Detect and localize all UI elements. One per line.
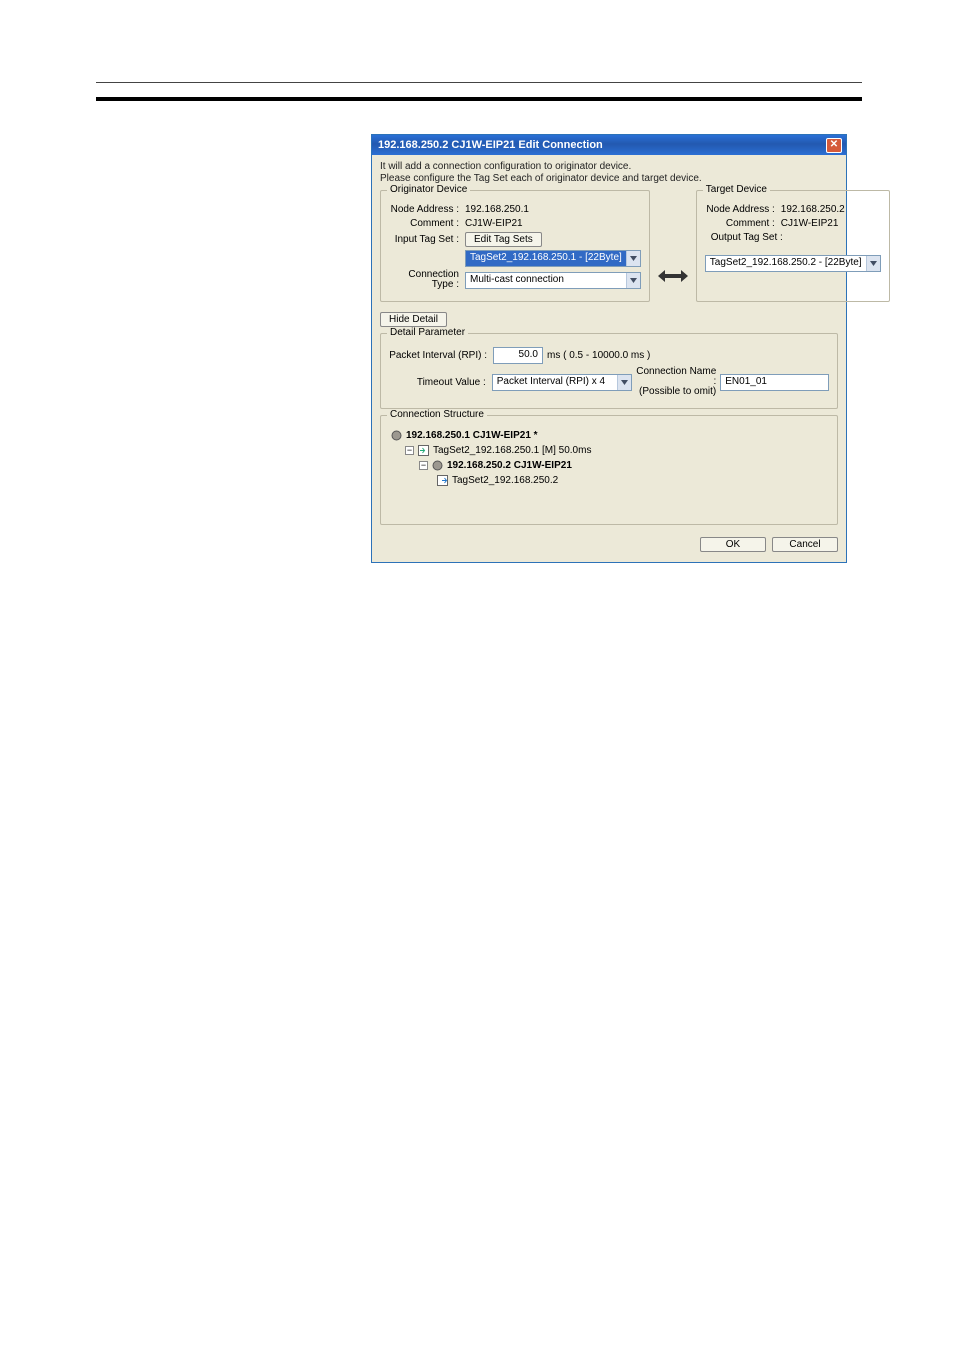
dialog-title: 192.168.250.2 CJ1W-EIP21 Edit Connection	[378, 139, 826, 151]
chevron-down-icon	[626, 251, 640, 266]
structure-legend: Connection Structure	[387, 409, 487, 420]
connection-tree[interactable]: 192.168.250.1 CJ1W-EIP21 * − TagSet2_192…	[389, 426, 829, 516]
tree-collapse-icon[interactable]: −	[419, 461, 428, 470]
close-icon[interactable]: ✕	[826, 138, 842, 153]
page-header-rules	[96, 82, 862, 101]
tree-collapse-icon[interactable]: −	[405, 446, 414, 455]
target-device-group: Target Device Node Address : 192.168.250…	[696, 190, 890, 302]
tree-node-root: 192.168.250.1 CJ1W-EIP21 *	[406, 428, 538, 443]
detail-parameter-group: Detail Parameter Packet Interval (RPI) :…	[380, 333, 838, 409]
tag-in-icon	[418, 445, 429, 456]
connection-type-label-2: Type :	[432, 279, 459, 290]
connection-type-select[interactable]: Multi-cast connection	[465, 272, 641, 289]
orig-input-tagset-label: Input Tag Set :	[389, 234, 465, 245]
target-output-tagset-label: Output Tag Set :	[705, 232, 789, 243]
rpi-hint: ms ( 0.5 - 10000.0 ms )	[543, 350, 650, 361]
detail-legend: Detail Parameter	[387, 327, 468, 338]
connection-name-input[interactable]: EN01_01	[720, 374, 829, 391]
intro-text-1: It will add a connection configuration t…	[380, 161, 838, 172]
intro-text-2: Please configure the Tag Set each of ori…	[380, 173, 838, 184]
connection-type-value: Multi-cast connection	[466, 273, 626, 288]
connection-structure-group: Connection Structure 192.168.250.1 CJ1W-…	[380, 415, 838, 525]
rpi-input[interactable]: 50.0	[493, 347, 543, 364]
device-icon	[391, 430, 402, 441]
edit-connection-dialog: 192.168.250.2 CJ1W-EIP21 Edit Connection…	[371, 134, 847, 563]
orig-comment-value: CJ1W-EIP21	[465, 218, 641, 229]
target-legend: Target Device	[703, 184, 770, 195]
tree-node-tagset2: TagSet2_192.168.250.2	[452, 473, 558, 488]
rpi-label: Packet Interval (RPI) :	[389, 350, 493, 361]
timeout-value: Packet Interval (RPI) x 4	[493, 375, 617, 390]
originator-device-group: Originator Device Node Address : 192.168…	[380, 190, 650, 302]
output-tag-set-value: TagSet2_192.168.250.2 - [22Byte]	[706, 256, 866, 271]
dialog-footer: OK Cancel	[380, 531, 838, 552]
target-comment-label: Comment :	[705, 218, 781, 229]
dialog-titlebar: 192.168.250.2 CJ1W-EIP21 Edit Connection…	[372, 135, 846, 155]
chevron-down-icon	[617, 375, 631, 390]
originator-legend: Originator Device	[387, 184, 470, 195]
input-tag-set-value: TagSet2_192.168.250.1 - [22Byte]	[466, 251, 626, 266]
orig-comment-label: Comment :	[389, 218, 465, 229]
input-tag-set-select[interactable]: TagSet2_192.168.250.1 - [22Byte]	[465, 250, 641, 267]
orig-node-address-value: 192.168.250.1	[465, 204, 641, 215]
edit-tag-sets-button[interactable]: Edit Tag Sets	[465, 232, 542, 247]
tag-out-icon	[437, 475, 448, 486]
connection-name-label-1: Connection Name :	[636, 366, 716, 387]
cancel-button[interactable]: Cancel	[772, 537, 838, 552]
chevron-down-icon	[866, 256, 880, 271]
output-tag-set-select[interactable]: TagSet2_192.168.250.2 - [22Byte]	[705, 255, 881, 272]
timeout-label: Timeout Value :	[389, 377, 492, 388]
device-icon	[432, 460, 443, 471]
hide-detail-button[interactable]: Hide Detail	[380, 312, 447, 327]
target-comment-value: CJ1W-EIP21	[781, 218, 881, 229]
timeout-select[interactable]: Packet Interval (RPI) x 4	[492, 374, 632, 391]
connection-name-label-2: (Possible to omit)	[639, 386, 716, 397]
orig-node-address-label: Node Address :	[389, 204, 465, 215]
tree-node-tagset1: TagSet2_192.168.250.1 [M] 50.0ms	[433, 443, 591, 458]
target-node-address-value: 192.168.250.2	[781, 204, 881, 215]
ok-button[interactable]: OK	[700, 537, 766, 552]
transfer-arrow	[658, 190, 688, 308]
target-node-address-label: Node Address :	[705, 204, 781, 215]
tree-node-device2: 192.168.250.2 CJ1W-EIP21	[447, 458, 572, 473]
chevron-down-icon	[626, 273, 640, 288]
